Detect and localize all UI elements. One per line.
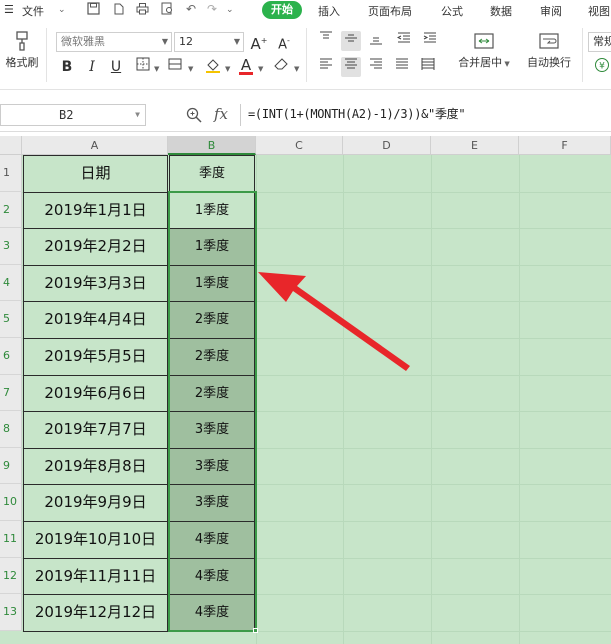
arrow-annotation-icon [258,272,410,371]
